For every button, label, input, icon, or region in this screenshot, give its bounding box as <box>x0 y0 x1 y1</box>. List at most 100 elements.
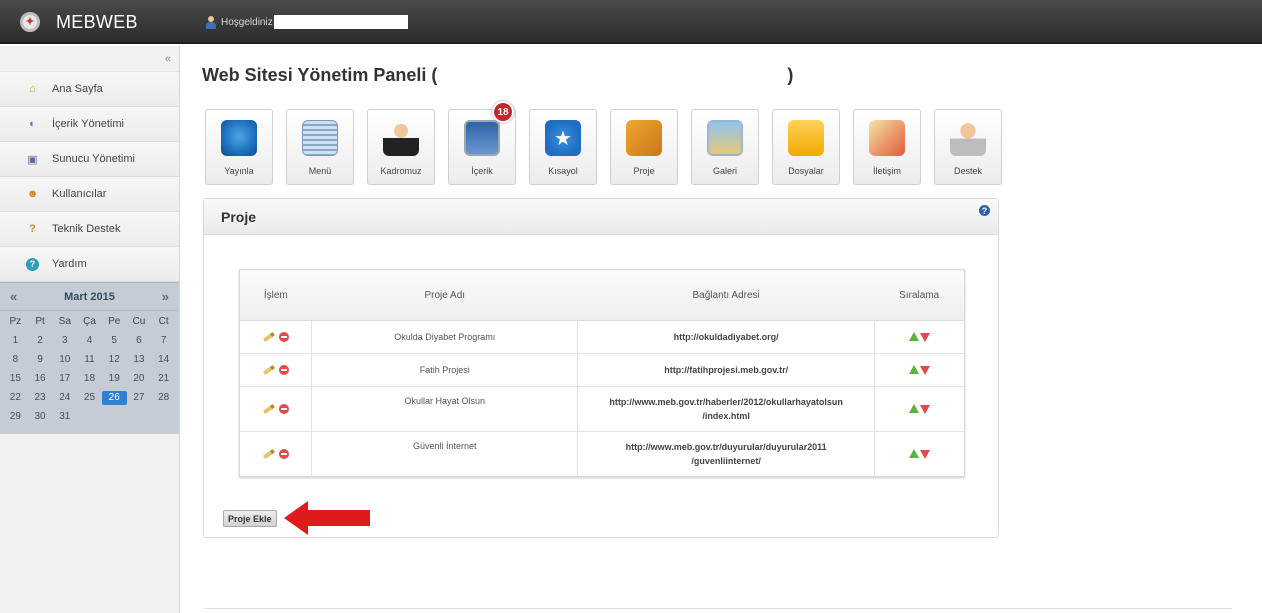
calendar-day[interactable]: 1 <box>3 334 28 348</box>
toolbar-button-0[interactable]: Yayınla <box>205 109 273 185</box>
arrow-up-icon[interactable] <box>908 449 919 458</box>
calendar-day[interactable]: 8 <box>3 353 28 367</box>
project-url[interactable]: http://www.meb.gov.tr/duyurular/duyurula… <box>577 431 875 477</box>
toolbar-button-9[interactable]: Destek <box>934 109 1002 185</box>
sidebar-item-ana-sayfa[interactable]: ⌂ Ana Sayfa <box>0 72 179 107</box>
sidebar-item-teknik-destek[interactable]: ? Teknik Destek <box>0 212 179 247</box>
toolbar-button-4[interactable]: Kısayol <box>529 109 597 185</box>
brand-title: MEBWEB <box>56 11 138 32</box>
table-row: Okullar Hayat Olsun http://www.meb.gov.t… <box>239 386 965 432</box>
calendar-day[interactable]: 13 <box>127 353 152 367</box>
project-icon <box>626 120 662 156</box>
project-url[interactable]: http://okuldadiyabet.org/ <box>577 320 875 354</box>
help-icon[interactable]: ? <box>979 205 990 216</box>
column-header-baglanti-adresi: Bağlantı Adresi <box>577 269 875 321</box>
arrow-up-icon[interactable] <box>908 404 919 413</box>
calendar-day[interactable]: 6 <box>127 334 152 348</box>
gallery-icon <box>707 120 743 156</box>
sidebar: « ⌂ Ana Sayfa ◐ İçerik Yönetimi ▣ Sunucu… <box>0 46 180 613</box>
toolbar-button-2[interactable]: Kadromuz <box>367 109 435 185</box>
toolbar-label: İletişim <box>872 166 901 176</box>
sidebar-collapse-button[interactable]: « <box>0 46 179 72</box>
toolbar-label: Kısayol <box>548 166 578 176</box>
arrow-down-icon[interactable] <box>919 405 930 414</box>
sidebar-item-kullanicilar[interactable]: ☻ Kullanıcılar <box>0 177 179 212</box>
arrow-down-icon[interactable] <box>919 333 930 342</box>
sidebar-item-sunucu-yonetimi[interactable]: ▣ Sunucu Yönetimi <box>0 142 179 177</box>
calendar-day[interactable]: 16 <box>28 372 53 386</box>
project-name: Okulda Diyabet Programı <box>311 320 578 354</box>
toolbar-button-5[interactable]: Proje <box>610 109 678 185</box>
sidebar-item-label: Teknik Destek <box>52 223 121 235</box>
welcome-text: Hoşgeldiniz <box>221 16 273 28</box>
calendar-prev-button[interactable]: « <box>10 289 17 304</box>
calendar-day[interactable]: 19 <box>102 372 127 386</box>
row-sort <box>873 431 965 477</box>
table-row: Fatih Projesi http://fatihprojesi.meb.go… <box>239 353 965 387</box>
calendar-day-today[interactable]: 26 <box>101 391 127 405</box>
table-row: Güvenli İnternet http://www.meb.gov.tr/d… <box>239 431 965 477</box>
red-arrow-annotation-icon <box>284 501 370 535</box>
calendar-day[interactable]: 9 <box>28 353 53 367</box>
calendar-day[interactable]: 11 <box>77 353 102 367</box>
calendar-day[interactable]: 25 <box>77 391 102 405</box>
bottom-divider <box>204 608 1232 609</box>
calendar-day[interactable]: 3 <box>52 334 77 348</box>
sidebar-item-yardim[interactable]: ? Yardım <box>0 247 179 282</box>
calendar-day[interactable]: 29 <box>3 410 28 424</box>
staff-icon <box>383 120 419 156</box>
project-url[interactable]: http://www.meb.gov.tr/haberler/2012/okul… <box>577 386 875 432</box>
add-project-button[interactable]: Proje Ekle <box>223 510 277 527</box>
toolbar-button-7[interactable]: Dosyalar <box>772 109 840 185</box>
calendar-day[interactable]: 10 <box>52 353 77 367</box>
arrow-up-icon[interactable] <box>908 332 919 341</box>
calendar-day[interactable]: 28 <box>151 391 176 405</box>
calendar-dow: Sa <box>58 316 71 327</box>
brand[interactable]: ✦ MEBWEB <box>0 0 190 44</box>
calendar: « Mart 2015 » Pz Pt Sa Ça Pe Cu Ct 1 2 3 4 5 6 7 8 9 10 1… <box>0 282 179 434</box>
toolbar-button-6[interactable]: Galeri <box>691 109 759 185</box>
calendar-day[interactable]: 17 <box>52 372 77 386</box>
calendar-day[interactable]: 21 <box>151 372 176 386</box>
edit-pencil-icon[interactable] <box>262 364 275 376</box>
calendar-day[interactable]: 23 <box>28 391 53 405</box>
sidebar-item-label: Yardım <box>52 258 87 270</box>
arrow-down-icon[interactable] <box>919 450 930 459</box>
sidebar-item-icerik-yonetimi[interactable]: ◐ İçerik Yönetimi <box>0 107 179 142</box>
calendar-next-button[interactable]: » <box>162 289 169 304</box>
toolbar-button-1[interactable]: Menü <box>286 109 354 185</box>
arrow-up-icon[interactable] <box>908 365 919 374</box>
calendar-day[interactable]: 4 <box>77 334 102 348</box>
toolbar-button-3[interactable]: İçerik 18 <box>448 101 516 185</box>
calendar-day[interactable]: 14 <box>151 353 176 367</box>
delete-icon[interactable] <box>278 332 289 342</box>
calendar-day[interactable]: 5 <box>102 334 127 348</box>
calendar-grid: Pz Pt Sa Ça Pe Cu Ct 1 2 3 4 5 6 7 8 9 10 11 12 13 14 15 16 17 1… <box>0 311 179 424</box>
content-icon <box>464 120 500 156</box>
delete-icon[interactable] <box>278 404 289 414</box>
calendar-day[interactable]: 12 <box>102 353 127 367</box>
toolbar-button-8[interactable]: İletişim <box>853 109 921 185</box>
calendar-day[interactable]: 2 <box>28 334 53 348</box>
edit-pencil-icon[interactable] <box>262 331 275 343</box>
edit-pencil-icon[interactable] <box>262 448 275 460</box>
page-title-close: ) <box>787 64 794 85</box>
calendar-day[interactable]: 30 <box>28 410 53 424</box>
question-person-icon: ? <box>29 223 36 235</box>
delete-icon[interactable] <box>278 365 289 375</box>
delete-icon[interactable] <box>278 449 289 459</box>
arrow-down-icon[interactable] <box>919 366 930 375</box>
calendar-day[interactable]: 31 <box>52 410 77 424</box>
calendar-day[interactable]: 7 <box>151 334 176 348</box>
calendar-day[interactable]: 27 <box>127 391 152 405</box>
calendar-day[interactable]: 15 <box>3 372 28 386</box>
calendar-day[interactable]: 24 <box>52 391 77 405</box>
project-name: Güvenli İnternet <box>311 431 578 477</box>
calendar-day[interactable]: 22 <box>3 391 28 405</box>
contact-icon <box>869 120 905 156</box>
project-url[interactable]: http://fatihprojesi.meb.gov.tr/ <box>577 353 875 387</box>
calendar-day[interactable]: 20 <box>127 372 152 386</box>
edit-pencil-icon[interactable] <box>262 403 275 415</box>
project-name-text: Güvenli İnternet <box>413 441 477 451</box>
calendar-day[interactable]: 18 <box>77 372 102 386</box>
